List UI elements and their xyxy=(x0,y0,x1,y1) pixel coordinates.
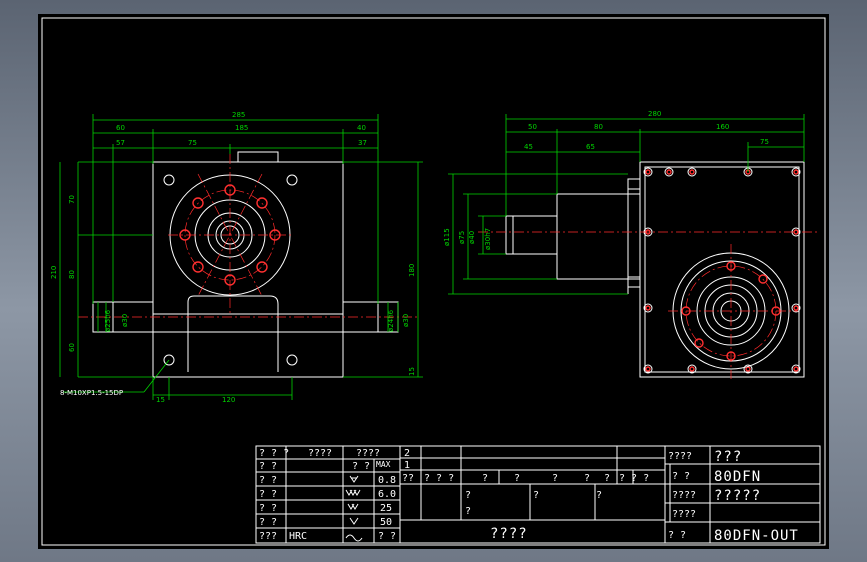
side-view: 285 60 185 40 57 75 37 70 80 210 60 180 … xyxy=(50,111,423,404)
dim-285: 285 xyxy=(232,111,245,119)
dim-40: 40 xyxy=(357,124,366,132)
dim-shaft-left-1: ø25h6 xyxy=(104,309,112,332)
tb-left-r6-label: ??? xyxy=(259,531,277,542)
tb-left-r2-right: 0.8 xyxy=(378,475,396,486)
tb-hdr-2: ? xyxy=(482,473,488,484)
dim-50: 50 xyxy=(528,123,537,131)
dim-115: ø115 xyxy=(443,228,451,246)
tb-right-r1-value: 80DFN xyxy=(714,469,761,485)
tb-left-r1-right: ? ? xyxy=(352,461,370,472)
dim-75: 75 xyxy=(188,139,197,147)
dim-37: 37 xyxy=(358,139,367,147)
dim-80: 80 xyxy=(68,270,76,279)
dim-280: 280 xyxy=(648,110,661,118)
dim-185: 185 xyxy=(235,124,248,132)
dim-60v: 60 xyxy=(68,343,76,352)
tb-right-r0-value: ??? xyxy=(714,449,742,465)
tb-hdr-6: ? xyxy=(604,473,610,484)
tb-left-r5-right: 50 xyxy=(380,517,392,528)
tb-hdr-1: ? ? ? xyxy=(424,473,454,484)
tb-left-r2-label: ? ? xyxy=(259,475,277,486)
tb-left-r0-label: ? ? ? xyxy=(259,448,289,459)
dim-60: 60 xyxy=(116,124,125,132)
tb-rev-1: 1 xyxy=(404,460,410,471)
dim-65: 65 xyxy=(586,143,595,151)
tb-hdr-0: ?? xyxy=(402,473,414,484)
tb-left-r4-label: ? ? xyxy=(259,503,277,514)
dim-45: 45 xyxy=(524,143,533,151)
dim-120: 120 xyxy=(222,396,235,404)
tb-right-r1-label: ? ? xyxy=(672,471,690,482)
tb-hdr-7: ? ? ? xyxy=(619,473,649,484)
tb-left-r5-label: ? ? xyxy=(259,517,277,528)
tb-left-r3-right: 6.0 xyxy=(378,489,396,500)
tb-right-r0-label: ???? xyxy=(668,451,692,462)
tb-right-r3-label: ???? xyxy=(672,509,696,520)
tb-sign-2: ? xyxy=(533,490,539,501)
tb-left-r3-label: ? ? xyxy=(259,489,277,500)
dim-160: 160 xyxy=(716,123,729,131)
dim-15v: 15 xyxy=(408,367,416,376)
tb-right-r4-label: ? ? xyxy=(668,530,686,541)
dim-75f: 75 xyxy=(760,138,769,146)
tb-rev-2: 2 xyxy=(404,448,410,459)
tb-hdr-3: ? xyxy=(514,473,520,484)
tb-sign-1: ? xyxy=(465,506,471,517)
tb-left-r6-right: ? ? xyxy=(378,531,396,542)
tb-left-r6-mid: HRC xyxy=(289,531,307,542)
dim-shaft-right-2: ø30 xyxy=(402,314,410,327)
tb-sign-3: ? xyxy=(596,490,602,501)
tb-hdr-4: ? xyxy=(552,473,558,484)
dim-70: 70 xyxy=(68,195,76,204)
drawing-border xyxy=(41,17,826,546)
tb-left-r0-mid: ???? xyxy=(308,448,332,459)
dim-shaft-left-2: ø30 xyxy=(121,314,129,327)
tb-left-r4-right: 25 xyxy=(380,503,392,514)
tb-right-r2-label: ???? xyxy=(672,490,696,501)
tb-right-r2-value: ????? xyxy=(714,488,761,504)
dim-75d: ø75 xyxy=(458,231,466,244)
tb-right-r4-value: 80DFN-OUT xyxy=(714,528,799,544)
dim-15: 15 xyxy=(156,396,165,404)
dim-180: 180 xyxy=(408,264,416,277)
tb-center-label: ???? xyxy=(490,526,528,542)
tb-left-r1-label: ? ? xyxy=(259,461,277,472)
tb-hdr-5: ? xyxy=(584,473,590,484)
tb-sign-0: ? xyxy=(465,490,471,501)
cad-viewport[interactable]: 285 60 185 40 57 75 37 70 80 210 60 180 … xyxy=(38,14,829,549)
dim-shaft-right-1: ø24h6 xyxy=(387,309,395,332)
front-view: 280 50 80 160 75 45 65 ø115 ø75 ø40 ø30h… xyxy=(443,110,818,379)
dim-40d: ø40 xyxy=(468,231,476,244)
tb-left-r1-sym: MAX xyxy=(376,460,391,469)
dim-80f: 80 xyxy=(594,123,603,131)
dim-210: 210 xyxy=(50,266,58,279)
dim-57: 57 xyxy=(116,139,125,147)
cad-drawing[interactable]: 285 60 185 40 57 75 37 70 80 210 60 180 … xyxy=(38,14,829,549)
thread-leader: 8-M10XP1.5-15DP xyxy=(60,389,123,397)
tb-left-r0-right: ???? xyxy=(356,448,380,459)
dim-30h7: ø30h7 xyxy=(484,228,492,250)
